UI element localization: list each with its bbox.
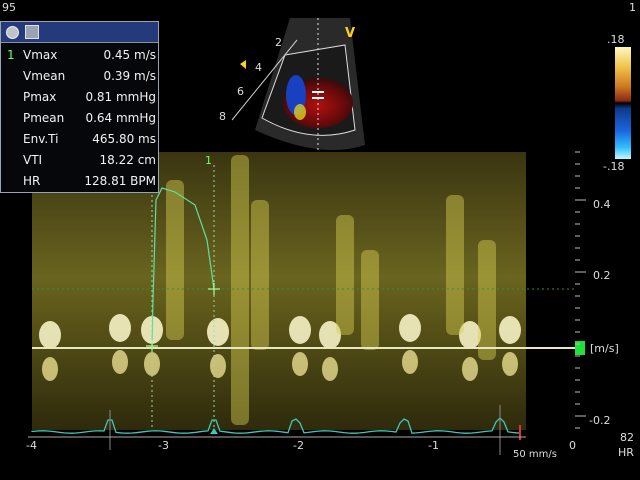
spectral-artifact [502, 352, 518, 376]
spectral-artifact [499, 316, 521, 344]
spectral-streak [166, 180, 184, 340]
color-velocity-bar [615, 47, 631, 159]
spectral-artifact [210, 354, 226, 378]
measurement-row-pmean: Pmean 0.64 mmHg [1, 109, 159, 129]
time-tick-neg2: -2 [293, 439, 304, 452]
velocity-tick-neg-0.2: -0.2 [589, 414, 611, 427]
measurement-value: 0.64 mmHg [85, 111, 156, 125]
focus-marker-icon [240, 60, 246, 69]
spectral-artifact [109, 314, 131, 342]
measurement-label: Pmax [23, 90, 57, 104]
measurement-row-vti: VTI 18.22 cm [1, 151, 159, 171]
spectral-artifact [207, 318, 229, 346]
velocity-unit: [m/s] [590, 342, 619, 355]
spectral-artifact [289, 316, 311, 344]
spectral-artifact [39, 321, 61, 349]
color-scale-bottom: -.18 [603, 160, 625, 173]
color-scale-top: .18 [607, 33, 625, 46]
spectral-streak [336, 215, 354, 335]
panel-menu-icon[interactable] [25, 25, 39, 39]
hr-value: 82 [620, 431, 634, 444]
measurement-label: HR [23, 174, 41, 188]
measurement-label: Vmean [23, 69, 66, 83]
measurement-value: 0.81 mmHg [85, 90, 156, 104]
measurement-value: 0.45 m/s [103, 48, 156, 62]
spectral-artifact [399, 314, 421, 342]
spectral-artifact [112, 350, 128, 374]
time-tick-0: 0 [569, 439, 576, 452]
time-tick-neg1: -1 [428, 439, 439, 452]
depth-tick-6: 6 [237, 85, 244, 98]
time-tick-neg4: -4 [26, 439, 37, 452]
measurement-row-hr: HR 128.81 BPM [1, 172, 159, 192]
spectral-streak [446, 195, 464, 335]
sweep-speed: 50 mm/s [513, 449, 557, 460]
measurement-value: 18.22 cm [99, 153, 156, 167]
spectral-streak [478, 240, 496, 360]
measurement-row-envti: Env.Ti 465.80 ms [1, 130, 159, 150]
time-tick-neg3: -3 [158, 439, 169, 452]
spectral-artifact [322, 357, 338, 381]
measurement-label: Pmean [23, 111, 65, 125]
velocity-tick-0.4: 0.4 [593, 198, 611, 211]
measurement-row-pmax: Pmax 0.81 mmHg [1, 88, 159, 108]
spectral-streak [251, 200, 269, 350]
measurement-value: 0.39 m/s [103, 69, 156, 83]
measurement-label: Env.Ti [23, 132, 59, 146]
depth-tick-8: 8 [219, 110, 226, 123]
panel-close-icon[interactable] [6, 26, 19, 39]
measurement-label: VTI [23, 153, 43, 167]
measurement-value: 128.81 BPM [84, 174, 156, 188]
spectral-streak [361, 250, 379, 350]
hr-label: HR [618, 446, 634, 459]
spectral-artifact [42, 357, 58, 381]
measurement-panel[interactable]: 1 Vmax 0.45 m/s Vmean 0.39 m/s Pmax 0.81… [0, 21, 159, 193]
measurement-row-vmean: Vmean 0.39 m/s [1, 67, 159, 87]
color-flow-aliasing [294, 104, 306, 120]
mode-marker: V [345, 26, 355, 41]
depth-tick-4: 4 [255, 61, 262, 74]
velocity-tick-0.2: 0.2 [593, 269, 611, 282]
measurement-label: Vmax [23, 48, 58, 62]
baseline-marker [575, 341, 585, 355]
measurement-value: 465.80 ms [92, 132, 156, 146]
spectral-artifact [292, 352, 308, 376]
measurement-row-vmax: 1 Vmax 0.45 m/s [1, 46, 159, 66]
spectral-artifact [462, 357, 478, 381]
spectral-streak [231, 155, 249, 425]
measurement-index: 1 [7, 48, 15, 62]
depth-tick-2: 2 [275, 36, 282, 49]
panel-titlebar[interactable] [1, 22, 158, 43]
spectral-artifact [402, 350, 418, 374]
velocity-scale [575, 151, 586, 429]
cursor-label: 1 [205, 154, 212, 167]
